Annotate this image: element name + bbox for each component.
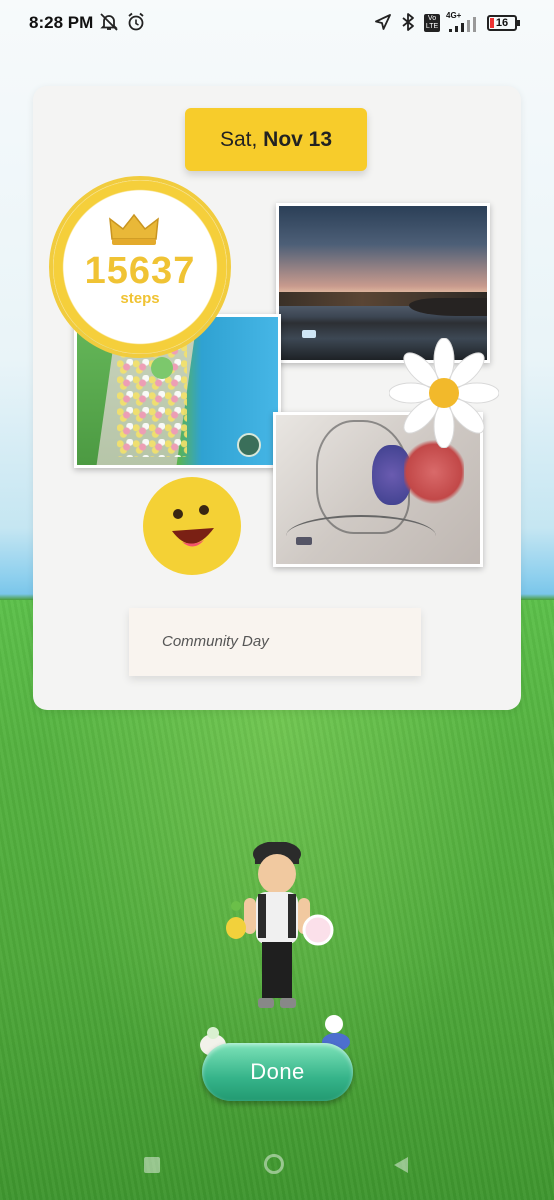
status-bar: 8:28 PM Vo LTE 4G+ 16 [0,0,554,48]
caption-note[interactable]: Community Day [129,608,421,676]
done-button[interactable]: Done [202,1043,353,1101]
location-icon [373,12,393,36]
daisy-sticker [389,338,499,448]
mute-vibrate-icon [99,12,119,36]
battery-icon: 16 [487,15,520,31]
sun-weather-icon [302,330,316,338]
4g-signal-icon [447,16,481,32]
date-main: Nov 13 [263,128,333,151]
date-tag: Sat, Nov 13 [185,108,367,171]
smiley-sticker [143,477,241,575]
system-nav-bar [0,1140,554,1200]
steps-count: 15637 [84,250,196,292]
weather-icon [296,537,312,545]
pikmin-yellow [226,901,246,939]
date-prefix: Sat, [219,128,264,151]
recent-apps-icon[interactable] [144,1157,160,1173]
volte-icon: Vo LTE [424,14,440,32]
back-icon[interactable] [392,1156,410,1174]
home-icon[interactable] [264,1154,284,1174]
map-button-icon [237,433,261,457]
crown-icon [109,213,159,245]
journal-card: Sat, Nov 13 15637 steps Community Day [33,86,521,710]
alarm-icon [126,12,146,36]
steps-unit: steps [120,290,160,307]
bluetooth-icon [400,12,416,36]
status-time: 8:28 PM [29,13,94,32]
steps-badge: 15637 steps [53,180,227,354]
caption-text: Community Day [162,633,269,650]
